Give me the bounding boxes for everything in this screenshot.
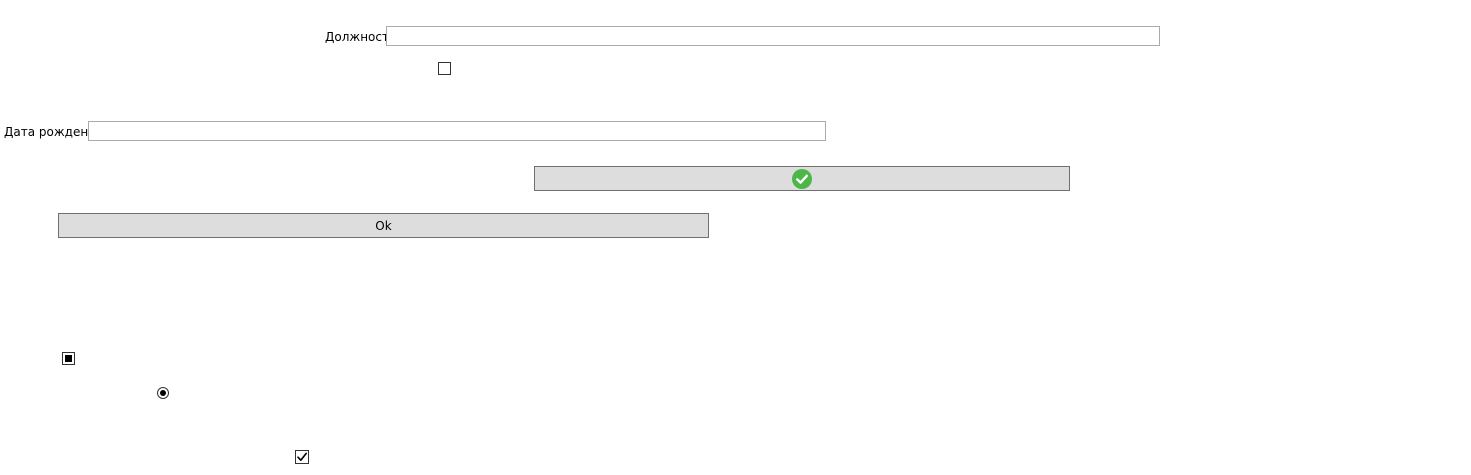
ok-button-label: Ok — [375, 218, 392, 233]
birthdate-input[interactable] — [88, 121, 826, 141]
checkbox-unchecked[interactable] — [438, 62, 451, 75]
indeterminate-mark — [65, 355, 72, 362]
position-input[interactable] — [386, 26, 1160, 46]
check-circle-icon — [792, 168, 812, 189]
radio-dot — [160, 390, 166, 396]
checkbox-indeterminate[interactable] — [62, 352, 75, 365]
checkmark-icon — [297, 452, 307, 461]
radio-button-selected[interactable] — [157, 387, 169, 399]
confirm-button[interactable] — [534, 166, 1070, 191]
checkbox-checked[interactable] — [295, 450, 309, 464]
ok-button[interactable]: Ok — [58, 213, 709, 238]
